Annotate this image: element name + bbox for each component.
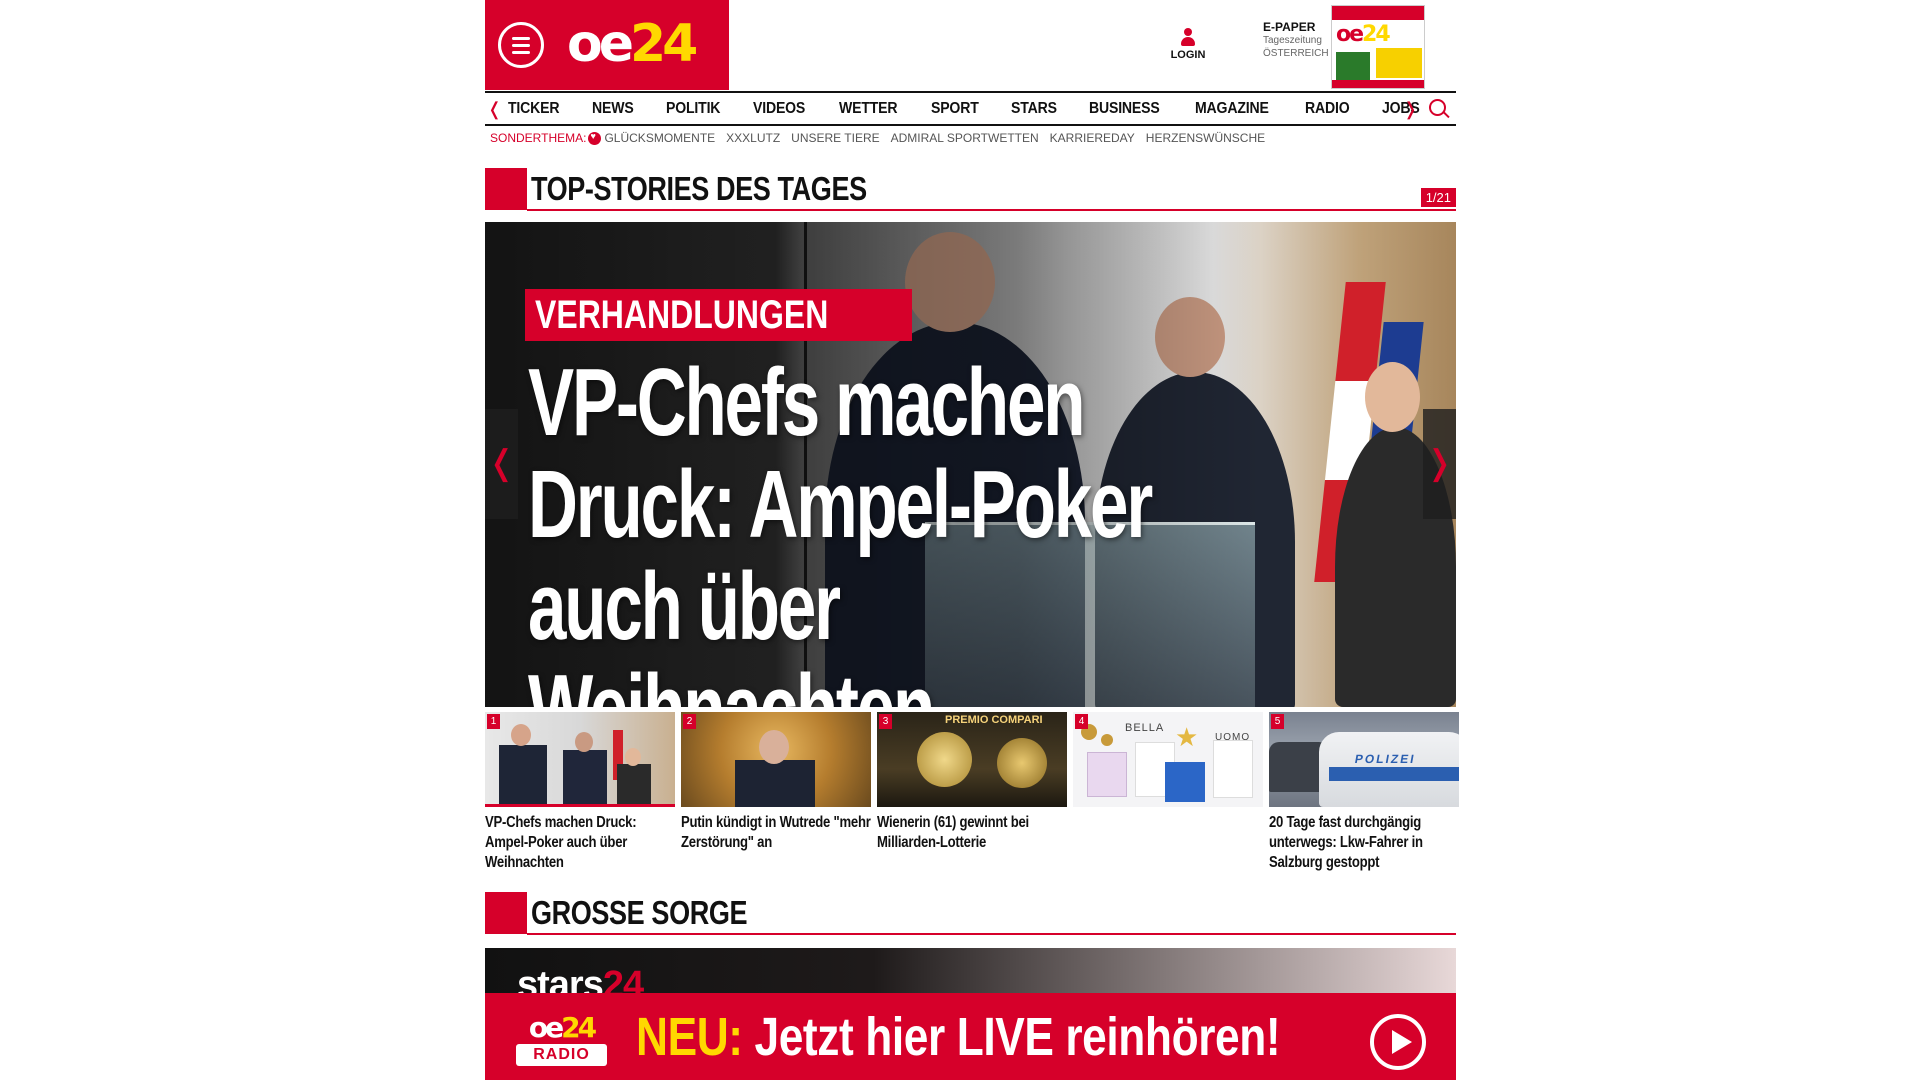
thumbnail-story[interactable]: 1 VP-Chefs machen Druck: Ampel-Poker auc… [485, 712, 675, 873]
thumbnail-number: 5 [1271, 714, 1284, 729]
user-icon [1179, 28, 1197, 48]
nav-item-news[interactable]: NEWS [592, 93, 634, 124]
epaper-subtitle: Tageszeitung [1263, 35, 1322, 46]
thumbnail-caption[interactable]: VP-Chefs machen Druck: Ampel-Poker auch … [485, 813, 675, 873]
star-icon: ★ [1175, 722, 1199, 752]
radio-logo: oe24 RADIO [516, 1014, 607, 1066]
nav-item-politik[interactable]: POLITIK [666, 93, 720, 124]
radio-new-label: NEU: [636, 1007, 743, 1067]
section-header-top-stories: TOP-STORIES DES TAGES 1/21 [485, 168, 1456, 212]
nav-item-magazine[interactable]: MAGAZINE [1195, 93, 1269, 124]
nav-scroll-right-icon[interactable]: ❭ [1403, 99, 1418, 120]
epaper-cover-logo: oe24 [1336, 22, 1391, 47]
subnav-item-admiral-sportwetten[interactable]: ADMIRAL SPORTWETTEN [891, 131, 1039, 145]
thumbnail-image: PREMIO COMPARI [877, 712, 1067, 807]
hero-headline[interactable]: VP-Chefs machen Druck: Ampel-Poker auch … [528, 352, 1248, 708]
section-header-grosse-sorge: GROSSE SORGE [485, 892, 1456, 936]
header: oe24 LOGIN E-PAPER Tageszeitung ÖSTERREI… [485, 0, 1456, 90]
lottery-sign-text: PREMIO COMPARI [945, 714, 1043, 726]
thumbnail-ad[interactable]: BELLA UOMO ★ 4 [1073, 712, 1263, 873]
thumbnail-story[interactable]: POLIZEI 5 20 Tage fast durchgängig unter… [1269, 712, 1459, 873]
nav-item-videos[interactable]: VIDEOS [753, 93, 805, 124]
nav-item-radio[interactable]: RADIO [1305, 93, 1350, 124]
slider-next-icon[interactable]: ❭ [1423, 409, 1456, 519]
thumbnail-number: 3 [879, 714, 892, 729]
logo-text-24: 24 [630, 14, 698, 74]
logo-block: oe24 [485, 0, 729, 90]
section-accent-block [485, 892, 527, 934]
active-indicator [485, 804, 675, 807]
thumbnail-number: 2 [683, 714, 696, 729]
thumbnail-image: POLIZEI [1269, 712, 1459, 807]
epaper-country: ÖSTERREICH [1263, 48, 1329, 59]
story-thumbnails: 1 VP-Chefs machen Druck: Ampel-Poker auc… [485, 712, 1459, 873]
section-title: GROSSE SORGE [531, 894, 748, 931]
menu-icon[interactable] [498, 22, 544, 68]
radio-message-text: Jetzt hier LIVE reinhören! [754, 1007, 1281, 1067]
thumbnail-caption[interactable]: Putin kündigt in Wutrede "mehr Zerstörun… [681, 813, 871, 853]
epaper-link[interactable]: E-PAPER Tageszeitung ÖSTERREICH [1263, 21, 1329, 60]
heart-icon [588, 131, 602, 145]
subnav-item-xxxlutz[interactable]: XXXLUTZ [726, 131, 780, 145]
thumbnail-caption[interactable]: 20 Tage fast durchgängig unterwegs: Lkw-… [1269, 813, 1459, 873]
main-nav: ❬ TICKER NEWS POLITIK VIDEOS WETTER SPOR… [485, 91, 1456, 126]
site-logo[interactable]: oe24 [567, 14, 698, 74]
login-button[interactable]: LOGIN [1168, 28, 1208, 61]
slide-counter: 1/21 [1420, 188, 1456, 207]
subnav-item-karriereday[interactable]: KARRIEREDAY [1050, 131, 1135, 145]
radio-banner[interactable]: oe24 RADIO NEU: Jetzt hier LIVE reinhöre… [485, 993, 1456, 1080]
thumbnail-image [681, 712, 871, 807]
subnav-item-herzenswuensche[interactable]: HERZENSWÜNSCHE [1146, 131, 1265, 145]
thumbnail-story[interactable]: PREMIO COMPARI 3 Wienerin (61) gewinnt b… [877, 712, 1067, 873]
nav-item-stars[interactable]: STARS [1011, 93, 1057, 124]
nav-scroll-left-icon[interactable]: ❬ [487, 99, 502, 120]
radio-logo-label: RADIO [516, 1044, 607, 1066]
sub-nav: SONDERTHEMA: GLÜCKSMOMENTE XXXLUTZ UNSER… [490, 130, 1276, 146]
hero-slide[interactable]: VERHANDLUNGEN VP-Chefs machen Druck: Amp… [485, 222, 1456, 707]
section-underline [527, 933, 1456, 935]
login-label: LOGIN [1170, 49, 1206, 61]
thumbnail-caption[interactable]: Wienerin (61) gewinnt bei Milliarden-Lot… [877, 813, 1067, 853]
play-icon[interactable] [1370, 1014, 1426, 1070]
slider-prev-icon[interactable]: ❬ [485, 409, 518, 519]
logo-text-oe: oe [567, 14, 634, 74]
nav-item-wetter[interactable]: WETTER [839, 93, 898, 124]
nav-list: TICKER NEWS POLITIK VIDEOS WETTER SPORT … [508, 93, 1450, 124]
nav-item-ticker[interactable]: TICKER [508, 93, 560, 124]
radio-message: NEU: Jetzt hier LIVE reinhören! [636, 1007, 1281, 1067]
police-car-text: POLIZEI [1353, 752, 1417, 766]
perfume-label-left: BELLA [1125, 722, 1165, 734]
thumbnail-number: 4 [1075, 714, 1088, 729]
section-underline [527, 209, 1456, 211]
section-accent-block [485, 168, 527, 210]
epaper-title: E-PAPER [1263, 20, 1316, 34]
page: oe24 LOGIN E-PAPER Tageszeitung ÖSTERREI… [485, 0, 1459, 1080]
section-title: TOP-STORIES DES TAGES [531, 170, 867, 207]
thumbnail-number: 1 [487, 714, 500, 729]
search-icon[interactable] [1429, 99, 1446, 116]
thumbnail-story[interactable]: 2 Putin kündigt in Wutrede "mehr Zerstör… [681, 712, 871, 873]
epaper-cover-thumbnail[interactable]: oe24 [1331, 5, 1425, 89]
subnav-item-unsere-tiere[interactable]: UNSERE TIERE [791, 131, 879, 145]
subnav-item-gluecksmomente[interactable]: GLÜCKSMOMENTE [604, 131, 715, 145]
subnav-label: SONDERTHEMA: [490, 131, 587, 145]
nav-item-sport[interactable]: SPORT [931, 93, 979, 124]
hero-category-badge: VERHANDLUNGEN [525, 289, 912, 341]
nav-item-business[interactable]: BUSINESS [1089, 93, 1160, 124]
thumbnail-image: BELLA UOMO ★ [1073, 712, 1263, 807]
thumbnail-image [485, 712, 675, 807]
